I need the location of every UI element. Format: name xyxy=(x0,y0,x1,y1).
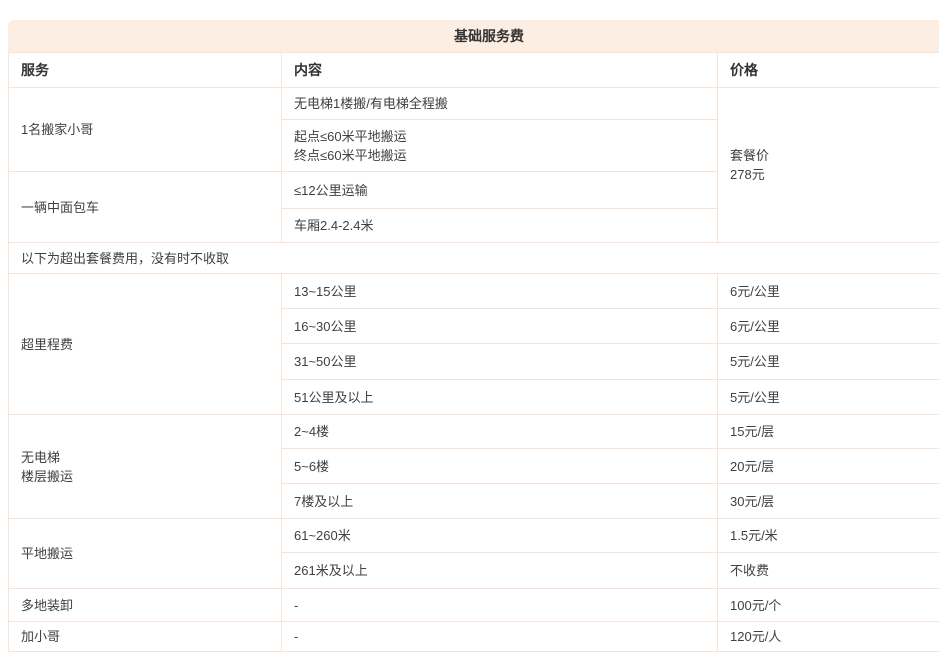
service-cell: 加小哥 xyxy=(9,622,282,652)
content-cell: 7楼及以上 xyxy=(282,484,718,519)
content-cell: 13~15公里 xyxy=(282,274,718,309)
table-row: 加小哥 - 120元/人 xyxy=(9,622,939,652)
notice-text: 以下为超出套餐费用，没有时不收取 xyxy=(9,243,939,274)
page: 基础服务费 服务 内容 价格 1名搬家小哥 无电梯1楼搬/有电梯全程搬 套餐价 … xyxy=(0,0,939,659)
service-cell: 平地搬运 xyxy=(9,519,282,589)
table-row: 1名搬家小哥 无电梯1楼搬/有电梯全程搬 套餐价 278元 xyxy=(9,88,939,120)
content-cell: 31~50公里 xyxy=(282,344,718,380)
content-cell: - xyxy=(282,589,718,622)
content-cell: 5~6楼 xyxy=(282,449,718,484)
price-cell: 30元/层 xyxy=(718,484,939,519)
content-cell: 车厢2.4-2.4米 xyxy=(282,209,718,243)
table-row: 超里程费 13~15公里 6元/公里 xyxy=(9,274,939,309)
content-cell: ≤12公里运输 xyxy=(282,172,718,209)
price-cell: 6元/公里 xyxy=(718,309,939,344)
table-row: 无电梯 楼层搬运 2~4楼 15元/层 xyxy=(9,415,939,449)
column-header-service: 服务 xyxy=(9,53,282,88)
pricing-table: 基础服务费 服务 内容 价格 1名搬家小哥 无电梯1楼搬/有电梯全程搬 套餐价 … xyxy=(8,20,939,652)
content-cell: 2~4楼 xyxy=(282,415,718,449)
content-cell: 51公里及以上 xyxy=(282,380,718,415)
column-header-price: 价格 xyxy=(718,53,939,88)
column-header-content: 内容 xyxy=(282,53,718,88)
notice-row: 以下为超出套餐费用，没有时不收取 xyxy=(9,243,939,274)
table-header-row: 服务 内容 价格 xyxy=(9,53,939,88)
content-cell: 261米及以上 xyxy=(282,553,718,589)
price-cell: 120元/人 xyxy=(718,622,939,652)
price-cell: 5元/公里 xyxy=(718,344,939,380)
price-cell: 15元/层 xyxy=(718,415,939,449)
price-cell: 1.5元/米 xyxy=(718,519,939,553)
content-cell: 起点≤60米平地搬运 终点≤60米平地搬运 xyxy=(282,120,718,172)
content-cell: 61~260米 xyxy=(282,519,718,553)
content-cell: 16~30公里 xyxy=(282,309,718,344)
service-cell: 无电梯 楼层搬运 xyxy=(9,415,282,519)
price-cell: 不收费 xyxy=(718,553,939,589)
package-price-cell: 套餐价 278元 xyxy=(718,88,939,243)
service-cell: 超里程费 xyxy=(9,274,282,415)
service-cell: 1名搬家小哥 xyxy=(9,88,282,172)
price-cell: 6元/公里 xyxy=(718,274,939,309)
table-title-band: 基础服务费 xyxy=(8,20,939,52)
pricing-table-grid: 服务 内容 价格 1名搬家小哥 无电梯1楼搬/有电梯全程搬 套餐价 278元 起… xyxy=(8,52,939,652)
price-cell: 5元/公里 xyxy=(718,380,939,415)
price-cell: 100元/个 xyxy=(718,589,939,622)
service-cell: 多地装卸 xyxy=(9,589,282,622)
service-cell: 一辆中面包车 xyxy=(9,172,282,243)
price-cell: 20元/层 xyxy=(718,449,939,484)
table-row: 多地装卸 - 100元/个 xyxy=(9,589,939,622)
content-cell: - xyxy=(282,622,718,652)
table-title: 基础服务费 xyxy=(454,26,524,46)
content-cell: 无电梯1楼搬/有电梯全程搬 xyxy=(282,88,718,120)
table-row: 平地搬运 61~260米 1.5元/米 xyxy=(9,519,939,553)
